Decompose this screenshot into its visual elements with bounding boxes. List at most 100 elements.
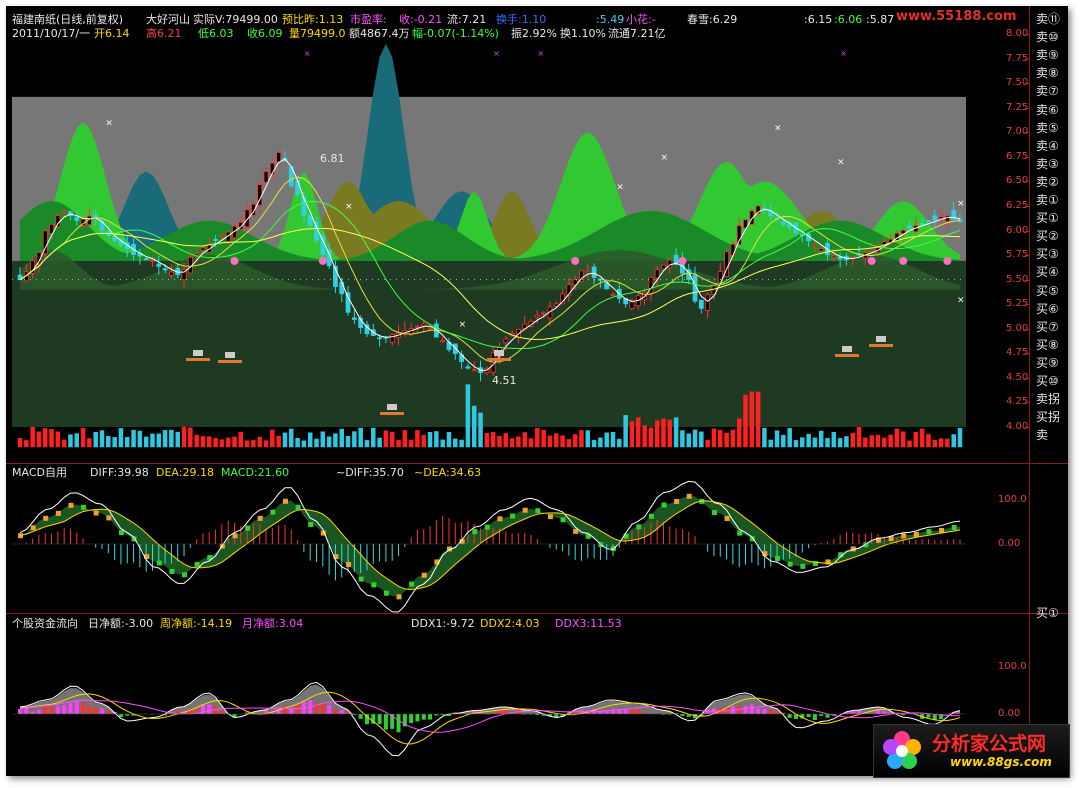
- x-mark: ×: [774, 123, 782, 133]
- candle-body: [389, 334, 395, 343]
- macd-block: [510, 513, 516, 519]
- signal-item: 买⑨: [1036, 355, 1059, 370]
- volume-bar: [383, 430, 389, 448]
- volume-bar: [484, 432, 490, 448]
- site-watermark: 分析家公式网 www.88gs.com: [873, 724, 1070, 778]
- volume-bar: [572, 434, 578, 448]
- candle-body: [780, 221, 786, 225]
- signal-item: 买⑥: [1036, 301, 1059, 316]
- macd-block: [636, 524, 642, 530]
- candle-body: [169, 271, 174, 276]
- volume-bar: [617, 438, 622, 448]
- volume-bar: [516, 436, 521, 448]
- volume-bar: [692, 429, 698, 448]
- support-marker: [494, 350, 504, 356]
- support-marker: [387, 404, 397, 410]
- macd-chart[interactable]: [6, 468, 1068, 613]
- macd-block: [535, 508, 541, 514]
- volume-bar: [812, 437, 818, 448]
- macd-block: [257, 515, 263, 521]
- volume-bar: [345, 435, 351, 448]
- flow-bar: [68, 702, 73, 714]
- panel-tick-label: 0.00: [998, 708, 1021, 719]
- candle-body: [55, 215, 61, 228]
- volume-bar: [837, 438, 843, 448]
- volume-bar: [528, 438, 534, 448]
- candle-body: [421, 323, 427, 327]
- volume-bar: [188, 427, 193, 448]
- candle-body: [200, 247, 206, 251]
- signal-item: 卖⑤: [1036, 120, 1059, 135]
- macd-block: [358, 576, 364, 582]
- volume-bar: [225, 437, 231, 448]
- macd-block: [55, 510, 61, 516]
- volume-bar: [926, 434, 931, 448]
- flow-bar: [106, 710, 111, 714]
- price-chart[interactable]: × × × × × × × × × × × × ×: [6, 6, 1068, 456]
- flow-bar: [642, 712, 647, 714]
- flow-bar: [850, 711, 855, 714]
- volume-bar: [553, 433, 559, 448]
- signal-dot: [230, 256, 239, 265]
- macd-block: [560, 517, 566, 523]
- macd-block: [18, 533, 23, 539]
- macd-block: [169, 568, 175, 574]
- macd-block: [939, 527, 945, 533]
- support-marker: [225, 352, 235, 358]
- macd-block: [926, 529, 932, 535]
- volume-bar: [907, 440, 912, 448]
- volume-bar: [497, 435, 502, 448]
- flow-bar: [333, 709, 338, 714]
- volume-bar: [598, 437, 603, 448]
- volume-bar: [358, 427, 363, 448]
- candle-body: [377, 337, 382, 340]
- volume-bar: [850, 432, 856, 448]
- top-marker: ×: [304, 49, 311, 58]
- volume-bar: [724, 432, 729, 448]
- flow-bar: [62, 704, 67, 714]
- macd-block: [913, 531, 919, 537]
- signal-item: 买拐: [1036, 410, 1061, 425]
- volume-bar: [80, 427, 86, 448]
- volume-bar: [219, 439, 225, 448]
- panel-divider: [6, 463, 1068, 464]
- ddx1-line: [19, 681, 961, 757]
- candle-body: [471, 369, 477, 372]
- volume-bar: [875, 434, 881, 448]
- candle-body: [812, 244, 818, 247]
- flow-bar: [55, 706, 60, 714]
- volume-bar: [49, 429, 54, 448]
- signal-item: 卖⑧: [1036, 66, 1059, 81]
- volume-bar: [263, 440, 269, 448]
- volume-bar: [68, 434, 73, 448]
- volume-bar: [30, 427, 35, 448]
- volume-bar: [295, 437, 300, 448]
- volume-bar: [169, 429, 174, 448]
- x-mark: ×: [616, 182, 624, 192]
- volume-bar: [762, 427, 767, 448]
- volume-bar: [314, 438, 319, 448]
- volume-bar: [421, 434, 427, 448]
- flow-bar: [623, 709, 628, 714]
- top-marker: ×: [840, 49, 847, 58]
- signal-item: 买⑩: [1036, 374, 1059, 388]
- volume-bar: [856, 427, 862, 448]
- flow-bar: [320, 703, 325, 714]
- volume-bar: [93, 432, 98, 448]
- x-mark: ×: [957, 295, 965, 305]
- signal-item: 买⑤: [1036, 283, 1059, 298]
- volume-bar: [591, 440, 597, 448]
- macd-block: [484, 524, 490, 530]
- candle-body: [541, 312, 547, 315]
- volume-bar: [579, 430, 584, 448]
- signal-item: 卖②: [1036, 174, 1059, 189]
- flow-bar: [611, 708, 616, 714]
- volume-bar: [490, 432, 496, 448]
- flow-bar: [377, 714, 382, 725]
- volume-bar: [919, 428, 925, 448]
- flow-bar: [617, 709, 622, 714]
- macd-block: [787, 561, 793, 567]
- volume-bar: [213, 438, 218, 448]
- x-mark: ×: [837, 158, 845, 168]
- flow-bar: [749, 704, 754, 714]
